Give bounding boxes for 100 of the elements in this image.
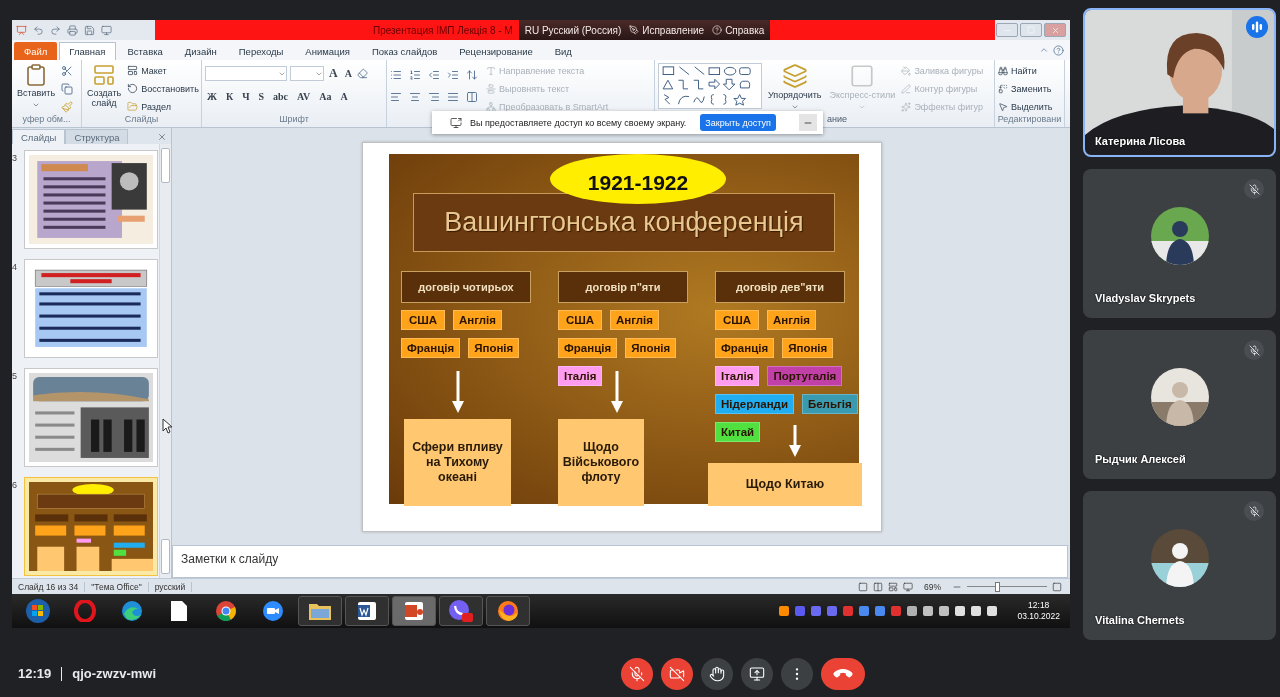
clear-format-button[interactable] [356, 66, 368, 81]
align-left-icon [390, 90, 402, 103]
ribbon-item[interactable]: Заменить [998, 81, 1053, 96]
format-button[interactable]: abc [271, 89, 291, 104]
browser-icon [121, 600, 143, 622]
format-button[interactable]: S [256, 89, 267, 104]
grow-font-button[interactable]: A [327, 66, 340, 81]
country-label: Франція [715, 338, 775, 358]
meeting-code: qjo-zwzv-mwi [72, 666, 157, 681]
ribbon-tab[interactable]: Вид [544, 42, 582, 60]
format-button[interactable]: К [223, 89, 236, 104]
pane-tab[interactable]: Структура [65, 129, 129, 144]
taskbar-button[interactable] [486, 596, 530, 626]
slideshow-icon [101, 24, 112, 36]
country-label: Англія [767, 310, 816, 330]
country-label: Франція [558, 338, 618, 358]
line-spacing-button[interactable] [466, 67, 478, 82]
format-button[interactable]: Aa [317, 89, 334, 104]
camera-button[interactable] [661, 657, 693, 690]
share-screen-icon [450, 116, 462, 129]
undo-icon [33, 24, 44, 36]
ribbon-tab[interactable]: Рецензирование [449, 42, 543, 60]
normal-view-icon [858, 581, 868, 592]
copy-button[interactable] [61, 81, 74, 96]
ring-icon [74, 600, 96, 622]
country-label: Португалія [767, 366, 843, 386]
layout-button[interactable]: Макет [127, 63, 199, 78]
zoom-in-icon [1052, 581, 1062, 592]
raise-hand-button[interactable] [701, 657, 733, 690]
microphone-button[interactable] [621, 657, 653, 690]
present-button[interactable] [741, 657, 773, 690]
zoom-thumb[interactable] [994, 581, 1000, 592]
status-text: Слайд 16 из 34 [12, 581, 86, 592]
share-message: Вы предоставляете доступ ко всему своему экрану. [470, 117, 687, 128]
columns-icon [466, 90, 478, 103]
shrink-font-button[interactable]: A [342, 66, 354, 81]
country-label: Італія [715, 366, 760, 386]
country-label: Нідерланди [715, 394, 794, 414]
cut-button[interactable] [61, 63, 74, 78]
help-button[interactable]: Справка [712, 24, 765, 36]
taskbar-button[interactable] [392, 596, 436, 626]
font-size-field[interactable] [290, 66, 324, 81]
clock-time: 12:18 [1028, 599, 1050, 611]
notes-field[interactable]: Заметки к слайду [172, 545, 1068, 578]
ribbon-tab[interactable]: Анимация [295, 42, 360, 60]
close-icon [157, 132, 167, 142]
ribbon-tab[interactable]: Вставка [117, 42, 173, 60]
stop-sharing-button[interactable]: Закрыть доступ [700, 114, 776, 131]
ribbon-tab[interactable]: Показ слайдов [361, 42, 448, 60]
binoculars-icon [998, 65, 1008, 76]
taskbar-button[interactable] [298, 596, 342, 626]
list-icon [390, 68, 402, 81]
reading-view-icon [888, 581, 898, 592]
slideshow-icon [903, 581, 913, 592]
format-button[interactable]: Ч [240, 89, 252, 104]
paint-bucket-icon [901, 65, 912, 76]
slide-icon [92, 63, 117, 87]
diagram-icon [486, 101, 496, 112]
reset-button[interactable]: Восстановить [127, 81, 199, 96]
arrange-button[interactable]: Упорядочить [766, 63, 824, 114]
speaking-indicator-icon [1246, 16, 1268, 38]
ribbon-tab[interactable]: Переходы [228, 42, 294, 60]
outdent-icon [428, 68, 440, 81]
folder-icon [308, 601, 332, 621]
clock-date: 03.10.2022 [1017, 611, 1060, 623]
minimize-banner-button[interactable] [799, 114, 817, 131]
close-icon [1050, 25, 1060, 35]
paste-button[interactable]: Вставить [15, 63, 58, 114]
columns-button[interactable] [466, 89, 478, 104]
language-label: RU Русский (Россия) [524, 24, 622, 36]
meeting-time: 12:19 [18, 666, 52, 681]
ribbon-tab[interactable]: Главная [59, 42, 116, 60]
text-direction-icon [486, 65, 496, 76]
video-camera-icon [262, 600, 284, 622]
leave-call-button[interactable] [821, 657, 865, 690]
slide-number: 4 [12, 261, 18, 272]
ribbon-item[interactable]: Найти [998, 63, 1053, 78]
shapes-gallery[interactable] [658, 63, 762, 109]
zoom-level: 69% [923, 581, 942, 592]
pane-tab[interactable]: Слайды [12, 129, 66, 144]
participant-name: Vladyslav Skrypets [1094, 292, 1197, 306]
numbering-button[interactable] [409, 67, 421, 82]
collapse-ribbon-icon [1039, 45, 1049, 55]
font-name-field[interactable] [205, 66, 287, 81]
new-slide-button[interactable]: Создать слайд [85, 63, 124, 114]
pointer-icon [998, 101, 1008, 112]
slide-number: 5 [12, 370, 18, 381]
taskbar-button[interactable] [439, 596, 483, 626]
section-button[interactable]: Раздел [127, 99, 199, 114]
correction-button[interactable]: Исправление [629, 24, 705, 36]
format-button[interactable]: AV [295, 89, 313, 104]
ribbon-tab[interactable]: Дизайн [174, 42, 227, 60]
redo-icon [50, 24, 61, 36]
format-button[interactable]: A [338, 89, 350, 104]
ribbon-item[interactable]: Выделить [998, 99, 1053, 114]
eraser-icon [356, 68, 368, 79]
replace-icon [998, 83, 1008, 94]
taskbar-button[interactable] [345, 596, 389, 626]
format-button[interactable]: Ж [205, 89, 219, 104]
cursor-icon [162, 418, 172, 434]
